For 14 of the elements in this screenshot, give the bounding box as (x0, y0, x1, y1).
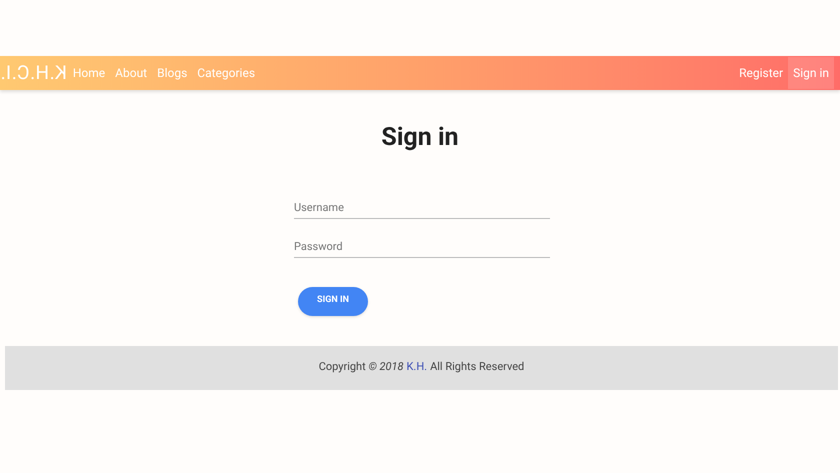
input-field[interactable]: Password (294, 236, 550, 258)
nav-link[interactable]: About (110, 57, 152, 89)
author-link[interactable]: K.H. (406, 359, 428, 376)
nav-link[interactable]: Categories (192, 57, 260, 89)
logo[interactable]: K.H.C.I. (0, 58, 67, 88)
nav-link[interactable]: Home (68, 57, 110, 89)
copyright-text: Copyright © 2018 (318, 359, 404, 376)
rights-text: All Rights Reserved (430, 359, 524, 376)
nav-link[interactable]: Register (734, 57, 788, 89)
sign-in-button[interactable]: SIGN IN (298, 286, 368, 316)
input-field[interactable]: Username (294, 196, 550, 218)
nav-link[interactable]: Sign in (788, 57, 834, 89)
nav-link[interactable]: Blogs (152, 57, 192, 89)
page-title: Sign in (381, 122, 459, 154)
